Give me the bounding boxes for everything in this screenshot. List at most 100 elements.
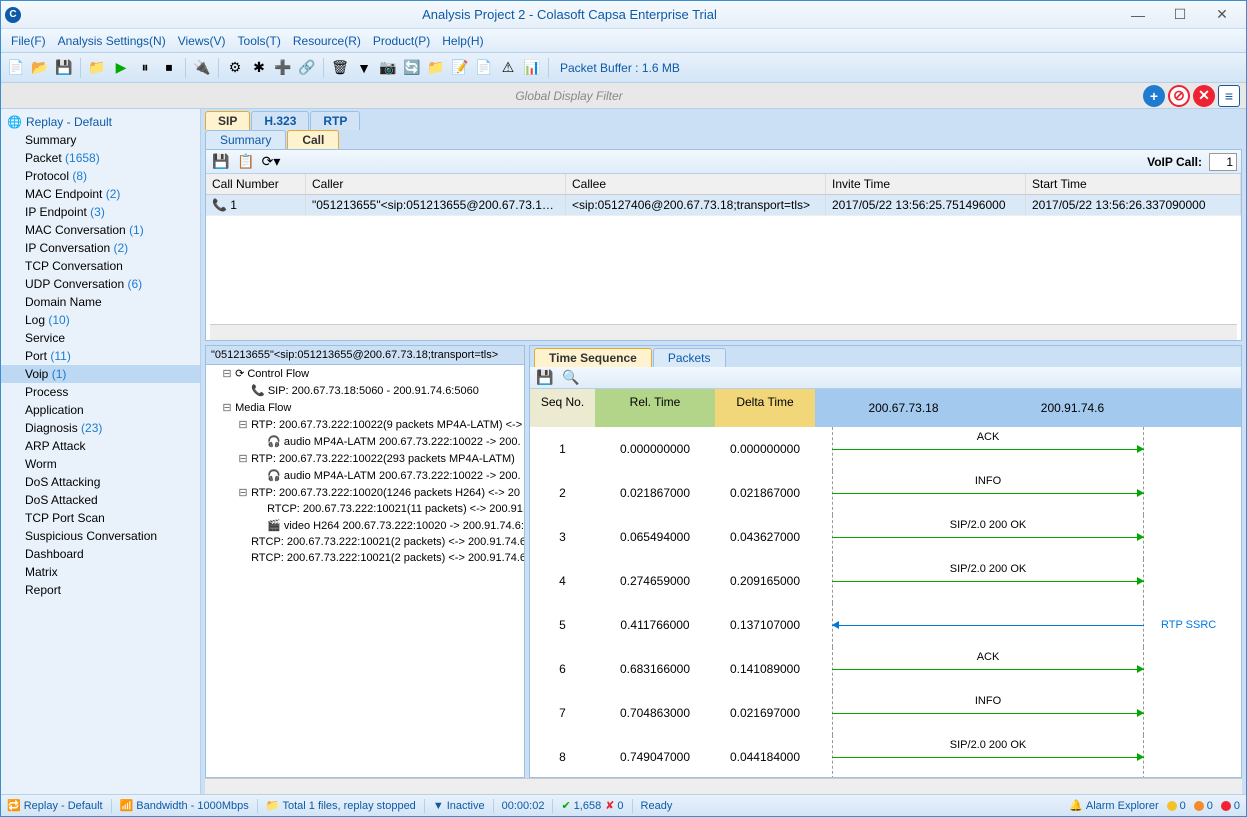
filter-block-icon[interactable]: ⊘ <box>1168 85 1190 107</box>
flow-node[interactable]: RTCP: 200.67.73.222:10021(2 packets) <->… <box>206 534 524 550</box>
tree-root[interactable]: 🌐 Replay - Default <box>1 113 200 131</box>
edit-icon[interactable]: 📝 <box>449 57 471 79</box>
menu-resource[interactable]: Resource(R) <box>287 34 367 48</box>
menu-product[interactable]: Product(P) <box>367 34 436 48</box>
sidebar-item-diagnosis[interactable]: Diagnosis (23) <box>1 419 200 437</box>
folder2-icon[interactable]: 📁 <box>425 57 447 79</box>
maximize-button[interactable]: ☐ <box>1160 3 1200 27</box>
col-caller[interactable]: Caller <box>306 174 566 194</box>
sidebar-item-ip-endpoint[interactable]: IP Endpoint (3) <box>1 203 200 221</box>
flow-node[interactable]: 🎬 video H264 200.67.73.222:10020 -> 200.… <box>206 517 524 534</box>
refresh-icon[interactable]: 🔄 <box>401 57 423 79</box>
flow-node[interactable]: 🎧 audio MP4A-LATM 200.67.73.222:10022 ->… <box>206 467 524 484</box>
filter-delete-icon[interactable]: ✕ <box>1193 85 1215 107</box>
sequence-row[interactable]: 60.6831660000.141089000ACK <box>530 647 1241 691</box>
menu-analysis-settings[interactable]: Analysis Settings(N) <box>52 34 172 48</box>
tab-packets[interactable]: Packets <box>653 348 726 367</box>
flow-node[interactable]: 🎧 audio MP4A-LATM 200.67.73.222:10022 ->… <box>206 433 524 450</box>
chart-icon[interactable]: 📊 <box>521 57 543 79</box>
close-button[interactable]: ✕ <box>1202 3 1242 27</box>
folder-icon[interactable]: 📁 <box>86 57 108 79</box>
sequence-row[interactable]: 20.0218670000.021867000INFO <box>530 471 1241 515</box>
open-icon[interactable]: 📂 <box>29 57 51 79</box>
global-filter-input[interactable]: Global Display Filter <box>1 89 1137 103</box>
seq-export-icon[interactable]: 💾 <box>534 367 556 389</box>
col-call-number[interactable]: Call Number <box>206 174 306 194</box>
col-callee[interactable]: Callee <box>566 174 826 194</box>
pause-icon[interactable]: ⏸ <box>134 57 156 79</box>
filter-list-icon[interactable]: ≡ <box>1218 85 1240 107</box>
stop-icon[interactable]: ⏹ <box>158 57 180 79</box>
flow-tree[interactable]: "051213655"<sip:051213655@200.67.73.18;t… <box>205 345 525 778</box>
expand-icon[interactable]: ⊟ <box>238 486 248 499</box>
sidebar-item-worm[interactable]: Worm <box>1 455 200 473</box>
adapter-icon[interactable]: 🔌 <box>191 57 213 79</box>
sidebar-item-service[interactable]: Service <box>1 329 200 347</box>
diagram-icon[interactable]: 🔗 <box>296 57 318 79</box>
play-icon[interactable]: ▶ <box>110 57 132 79</box>
tab-sip[interactable]: SIP <box>205 111 250 130</box>
sidebar-item-ip-conversation[interactable]: IP Conversation (2) <box>1 239 200 257</box>
flow-node[interactable]: 📞 SIP: 200.67.73.18:5060 - 200.91.74.6:5… <box>206 382 524 399</box>
menu-file[interactable]: File(F) <box>5 34 52 48</box>
sidebar-item-mac-endpoint[interactable]: MAC Endpoint (2) <box>1 185 200 203</box>
sequence-row[interactable]: 80.7490470000.044184000SIP/2.0 200 OK <box>530 735 1241 777</box>
flow-node[interactable]: ⊟ RTP: 200.67.73.222:10020(1246 packets … <box>206 484 524 501</box>
sidebar-item-suspicious-conversation[interactable]: Suspicious Conversation <box>1 527 200 545</box>
sequence-row[interactable]: 30.0654940000.043627000SIP/2.0 200 OK <box>530 515 1241 559</box>
alarm-explorer[interactable]: 🔔Alarm Explorer <box>1069 799 1158 812</box>
new-icon[interactable]: 📄 <box>5 57 27 79</box>
sequence-grid[interactable]: Seq No. Rel. Time Delta Time 200.67.73.1… <box>530 389 1241 777</box>
flow-node[interactable]: RTCP: 200.67.73.222:10021(11 packets) <-… <box>206 501 524 517</box>
sidebar-item-tcp-port-scan[interactable]: TCP Port Scan <box>1 509 200 527</box>
call-row[interactable]: 📞 1 "051213655"<sip:051213655@200.67.73.… <box>206 195 1241 216</box>
config-icon[interactable]: ⚙ <box>224 57 246 79</box>
flow-node[interactable]: RTCP: 200.67.73.222:10021(2 packets) <->… <box>206 550 524 566</box>
refresh-dropdown-icon[interactable]: ⟳▾ <box>260 151 282 173</box>
flow-node[interactable]: ⊟ ⟳ Control Flow <box>206 365 524 382</box>
filter-add-icon[interactable]: + <box>1143 85 1165 107</box>
tab-rtp[interactable]: RTP <box>310 111 360 130</box>
flow-node[interactable]: ⊟ Media Flow <box>206 399 524 416</box>
expand-icon[interactable]: ⊟ <box>238 418 248 431</box>
tab-time-sequence[interactable]: Time Sequence <box>534 348 652 367</box>
horizontal-scrollbar[interactable] <box>210 324 1237 340</box>
flow-node[interactable]: ⊟ RTP: 200.67.73.222:10022(293 packets M… <box>206 450 524 467</box>
menu-views[interactable]: Views(V) <box>172 34 232 48</box>
sidebar-item-matrix[interactable]: Matrix <box>1 563 200 581</box>
sidebar-item-report[interactable]: Report <box>1 581 200 599</box>
col-invite-time[interactable]: Invite Time <box>826 174 1026 194</box>
tab-summary[interactable]: Summary <box>205 130 286 149</box>
sidebar-item-dos-attacking[interactable]: DoS Attacking <box>1 473 200 491</box>
trash-icon[interactable]: 🗑 <box>329 57 351 79</box>
add-icon[interactable]: ➕ <box>272 57 294 79</box>
seq-zoom-icon[interactable]: 🔍 <box>560 367 582 389</box>
sidebar-item-packet[interactable]: Packet (1658) <box>1 149 200 167</box>
horizontal-scrollbar[interactable] <box>205 778 1242 794</box>
tab-h323[interactable]: H.323 <box>251 111 309 130</box>
sidebar-item-process[interactable]: Process <box>1 383 200 401</box>
expand-icon[interactable]: ⊟ <box>222 401 232 414</box>
expand-icon[interactable]: ⊟ <box>238 452 248 465</box>
sequence-row[interactable]: 50.4117660000.137107000RTP SSRC <box>530 603 1241 647</box>
doc-icon[interactable]: 📄 <box>473 57 495 79</box>
sequence-row[interactable]: 10.0000000000.000000000ACK <box>530 427 1241 471</box>
flow-node[interactable]: ⊟ RTP: 200.67.73.222:10022(9 packets MP4… <box>206 416 524 433</box>
nodes-icon[interactable]: ✱ <box>248 57 270 79</box>
sidebar-item-port[interactable]: Port (11) <box>1 347 200 365</box>
sidebar-item-summary[interactable]: Summary <box>1 131 200 149</box>
menu-tools[interactable]: Tools(T) <box>232 34 287 48</box>
save-icon[interactable]: 💾 <box>53 57 75 79</box>
sidebar-tree[interactable]: 🌐 Replay - Default Summary Packet (1658)… <box>1 109 201 794</box>
warn-icon[interactable]: ⚠ <box>497 57 519 79</box>
tab-call[interactable]: Call <box>287 130 339 149</box>
menu-help[interactable]: Help(H) <box>436 34 489 48</box>
sidebar-item-udp-conversation[interactable]: UDP Conversation (6) <box>1 275 200 293</box>
sidebar-item-application[interactable]: Application <box>1 401 200 419</box>
sidebar-item-mac-conversation[interactable]: MAC Conversation (1) <box>1 221 200 239</box>
expand-icon[interactable]: ⊟ <box>222 367 232 380</box>
sequence-row[interactable]: 70.7048630000.021697000INFO <box>530 691 1241 735</box>
sidebar-item-domain-name[interactable]: Domain Name <box>1 293 200 311</box>
sidebar-item-dashboard[interactable]: Dashboard <box>1 545 200 563</box>
sidebar-item-voip[interactable]: Voip (1) <box>1 365 200 383</box>
